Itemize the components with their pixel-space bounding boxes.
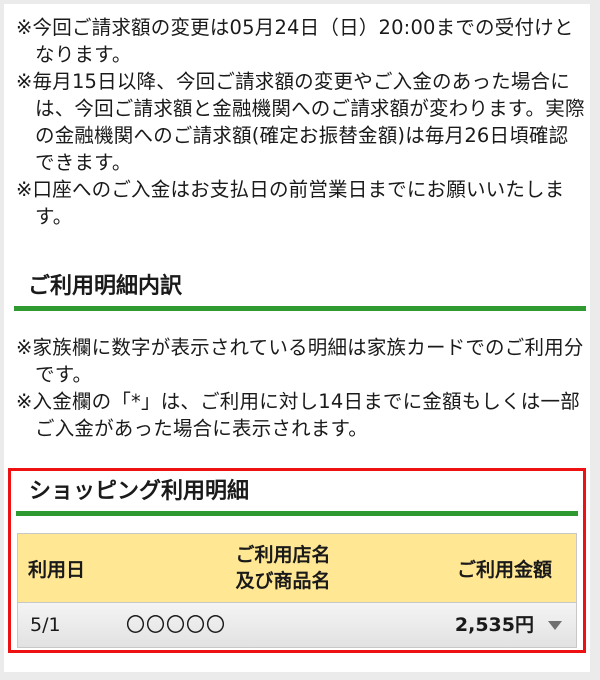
row-store: 〇〇〇〇〇 — [126, 614, 227, 636]
section-divider — [14, 306, 586, 311]
breakdown-section-header: ご利用明細内訳 — [14, 272, 586, 311]
shopping-title: ショッピング利用明細 — [29, 479, 250, 504]
breakdown-notes: ※家族欄に数字が表示されている明細は家族カードでのご利用分です。 ※入金欄の「*… — [16, 334, 588, 442]
note-family-card: ※家族欄に数字が表示されている明細は家族カードでのご利用分です。 — [16, 336, 584, 386]
row-date: 5/1 — [30, 614, 61, 636]
shopping-table: 利用日 ご利用店名 及び商品名 ご利用金額 5/1 〇〇〇〇〇 2,535円 — [17, 533, 577, 648]
note-deposit-deadline: ※口座へのご入金はお支払日の前営業日までにお願いいたします。 — [16, 178, 565, 228]
header-store-line2: 及び商品名 — [235, 570, 331, 592]
shopping-detail-highlight: ショッピング利用明細 利用日 ご利用店名 及び商品名 ご利用金額 5/1 〇〇〇… — [8, 468, 586, 653]
section-divider — [16, 511, 578, 516]
header-amount: ご利用金額 — [456, 558, 552, 581]
table-header: 利用日 ご利用店名 及び商品名 ご利用金額 — [18, 534, 576, 603]
header-date: 利用日 — [28, 558, 86, 581]
header-store: ご利用店名 及び商品名 — [218, 534, 348, 602]
breakdown-title: ご利用明細内訳 — [28, 274, 183, 299]
note-deposit-mark: ※入金欄の「*」は、ご利用に対し14日までに金額もしくは一部ご入金があった場合に… — [16, 390, 580, 440]
note-billing-amount: ※毎月15日以降、今回ご請求額の変更やご入金のあった場合には、今回ご請求額と金融… — [16, 70, 585, 174]
billing-notes: ※今回ご請求額の変更は05月24日（日）20:00までの受付けとなります。 ※毎… — [16, 14, 588, 230]
row-amount: 2,535円 — [454, 614, 534, 636]
caret-down-icon[interactable] — [548, 621, 562, 630]
table-row[interactable]: 5/1 〇〇〇〇〇 2,535円 — [18, 603, 576, 647]
note-change-deadline: ※今回ご請求額の変更は05月24日（日）20:00までの受付けとなります。 — [16, 16, 574, 66]
header-store-line1: ご利用店名 — [235, 544, 331, 566]
